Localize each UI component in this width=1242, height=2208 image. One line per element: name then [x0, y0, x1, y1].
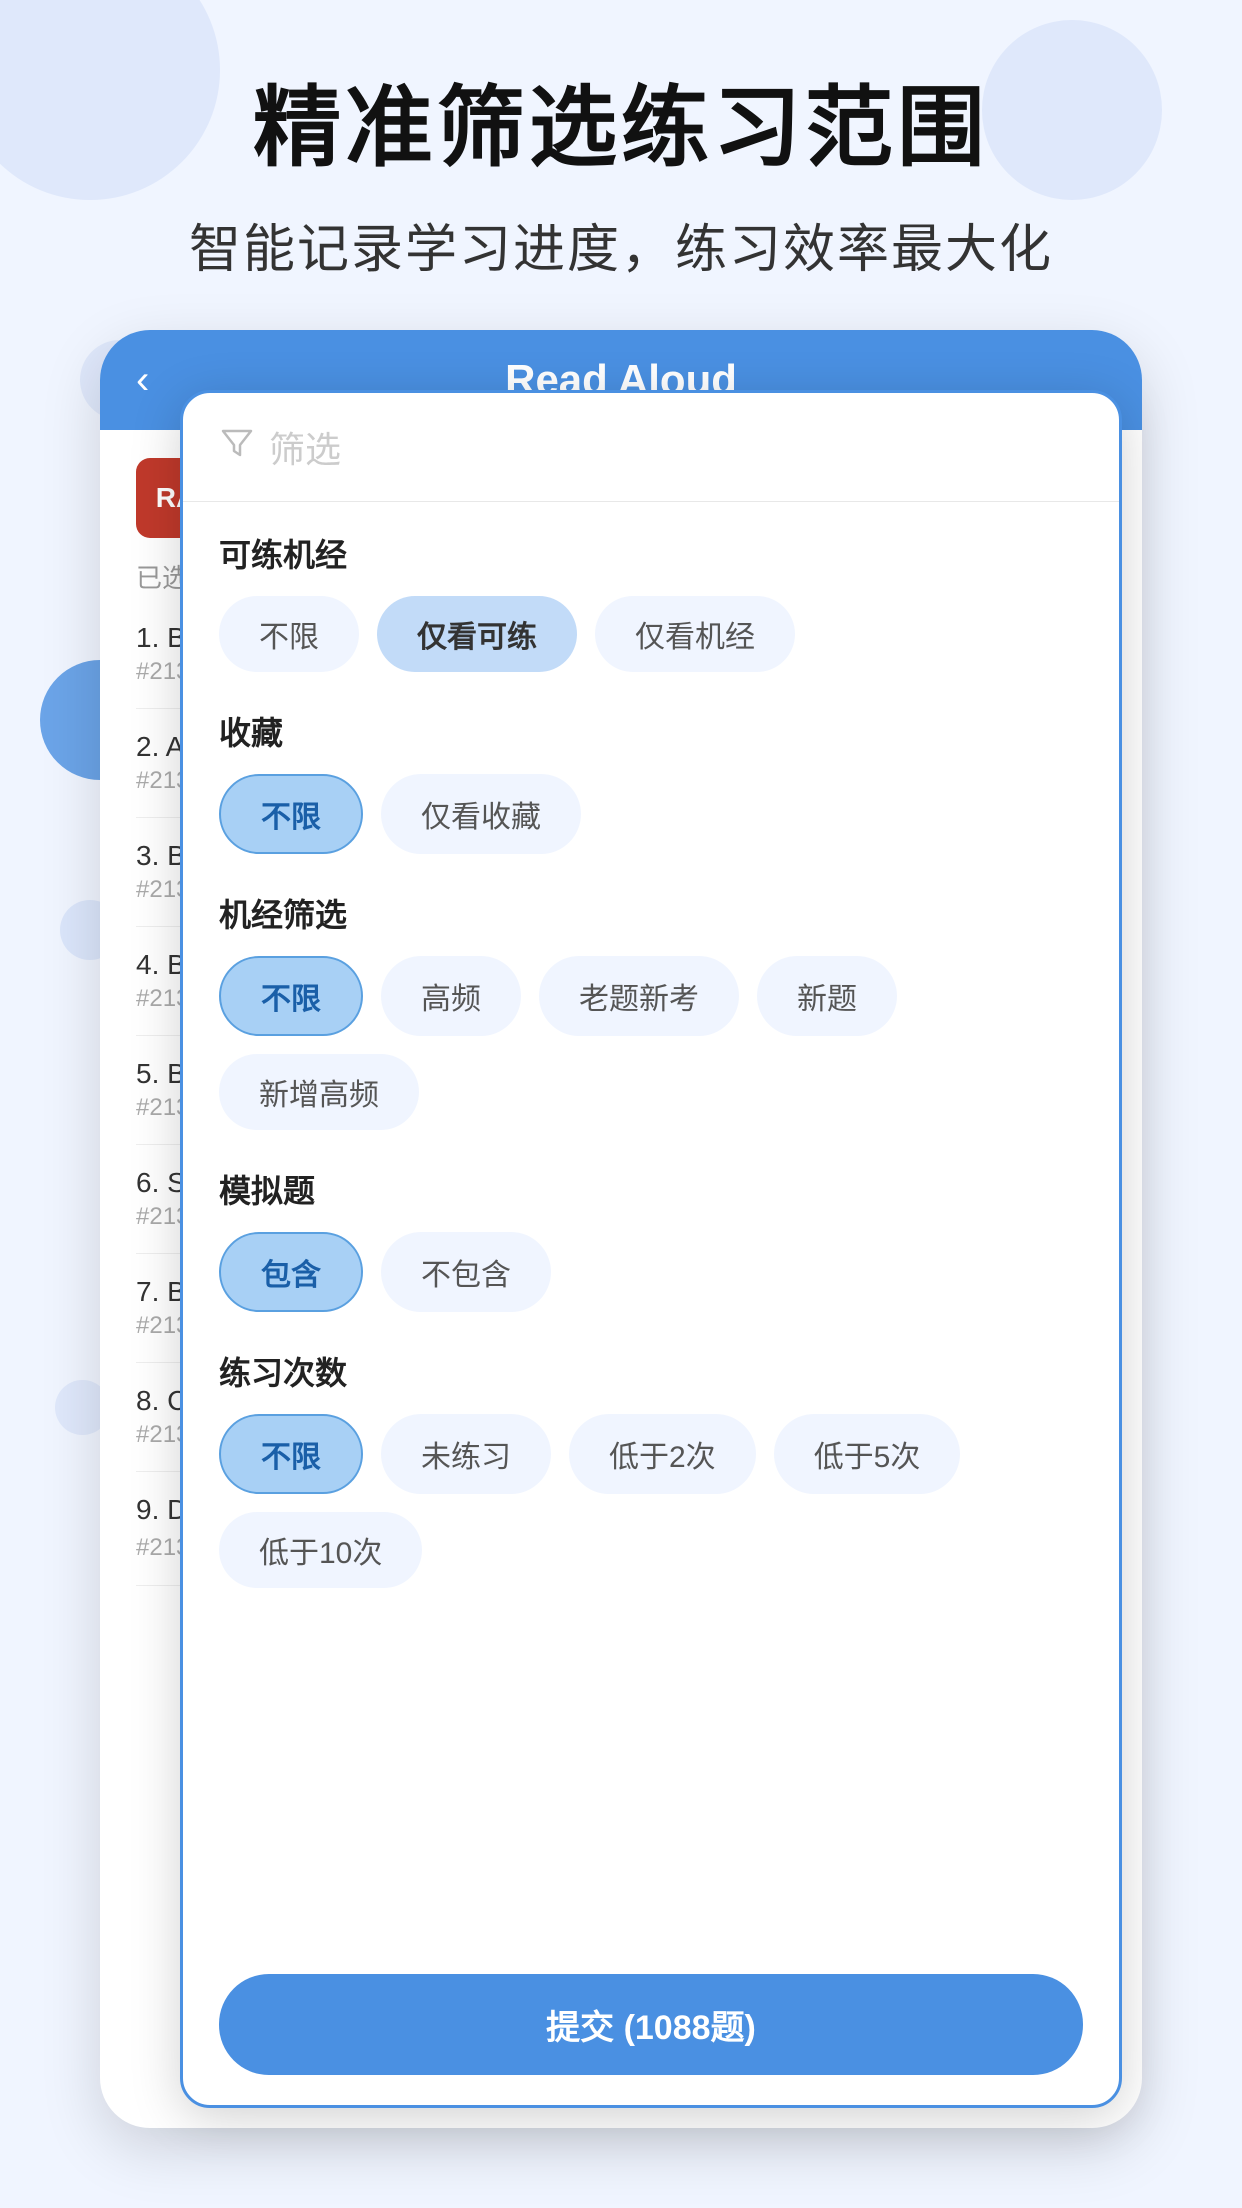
- section-title-kexun: 可练机经: [219, 530, 1083, 576]
- option-lianxi-lt5[interactable]: 低于5次: [774, 1414, 961, 1494]
- filter-section-jijing: 机经筛选 不限 高频 老题新考 新题 新增高频: [219, 890, 1083, 1130]
- option-jijing-laoti[interactable]: 老题新考: [539, 956, 739, 1036]
- options-shoucang: 不限 仅看收藏: [219, 774, 1083, 854]
- option-lianxi-unpracticed[interactable]: 未练习: [381, 1414, 551, 1494]
- filter-section-lianxi: 练习次数 不限 未练习 低于2次 低于5次 低于10次: [219, 1348, 1083, 1588]
- option-moni-exclude[interactable]: 不包含: [381, 1232, 551, 1312]
- filter-modal: 筛选 可练机经 不限 仅看可练 仅看机经 收藏 不限 仅看收藏: [180, 390, 1122, 2108]
- options-jijing: 不限 高频 老题新考 新题 新增高频: [219, 956, 1083, 1130]
- filter-content: 可练机经 不限 仅看可练 仅看机经 收藏 不限 仅看收藏 机经筛选 不: [183, 502, 1119, 1950]
- options-lianxi: 不限 未练习 低于2次 低于5次 低于10次: [219, 1414, 1083, 1588]
- option-jijing-xinzeng[interactable]: 新增高频: [219, 1054, 419, 1130]
- main-title: 精准筛选练习范围: [80, 80, 1162, 177]
- option-jijing-unlimited[interactable]: 不限: [219, 956, 363, 1036]
- option-lianxi-lt2[interactable]: 低于2次: [569, 1414, 756, 1494]
- section-title-lianxi: 练习次数: [219, 1348, 1083, 1394]
- option-kexun-unlimited[interactable]: 不限: [219, 596, 359, 672]
- filter-title-label: 筛选: [269, 421, 341, 473]
- option-shoucang-only-saved[interactable]: 仅看收藏: [381, 774, 581, 854]
- submit-area: 提交 (1088题): [183, 1950, 1119, 2105]
- section-title-shoucang: 收藏: [219, 708, 1083, 754]
- filter-section-shoucang: 收藏 不限 仅看收藏: [219, 708, 1083, 854]
- section-title-jijing: 机经筛选: [219, 890, 1083, 936]
- sub-title: 智能记录学习进度，练习效率最大化: [80, 207, 1162, 282]
- option-jijing-gaopian[interactable]: 高频: [381, 956, 521, 1036]
- options-kexun: 不限 仅看可练 仅看机经: [219, 596, 1083, 672]
- option-kexun-only-jijing[interactable]: 仅看机经: [595, 596, 795, 672]
- option-lianxi-lt10[interactable]: 低于10次: [219, 1512, 422, 1588]
- option-shoucang-unlimited[interactable]: 不限: [219, 774, 363, 854]
- header-section: 精准筛选练习范围 智能记录学习进度，练习效率最大化: [0, 80, 1242, 282]
- filter-header: 筛选: [183, 393, 1119, 502]
- filter-section-moni: 模拟题 包含 不包含: [219, 1166, 1083, 1312]
- section-title-moni: 模拟题: [219, 1166, 1083, 1212]
- option-jijing-xinti[interactable]: 新题: [757, 956, 897, 1036]
- filter-icon: [219, 425, 255, 470]
- option-kexun-only-practice[interactable]: 仅看可练: [377, 596, 577, 672]
- options-moni: 包含 不包含: [219, 1232, 1083, 1312]
- phone-container: ‹ Read Aloud RA 已选题目 ○ 1. Book ch... #21…: [100, 330, 1142, 2128]
- option-moni-include[interactable]: 包含: [219, 1232, 363, 1312]
- option-lianxi-unlimited[interactable]: 不限: [219, 1414, 363, 1494]
- back-button[interactable]: ‹: [136, 358, 149, 403]
- submit-button[interactable]: 提交 (1088题): [219, 1974, 1083, 2075]
- filter-section-kexun: 可练机经 不限 仅看可练 仅看机经: [219, 530, 1083, 672]
